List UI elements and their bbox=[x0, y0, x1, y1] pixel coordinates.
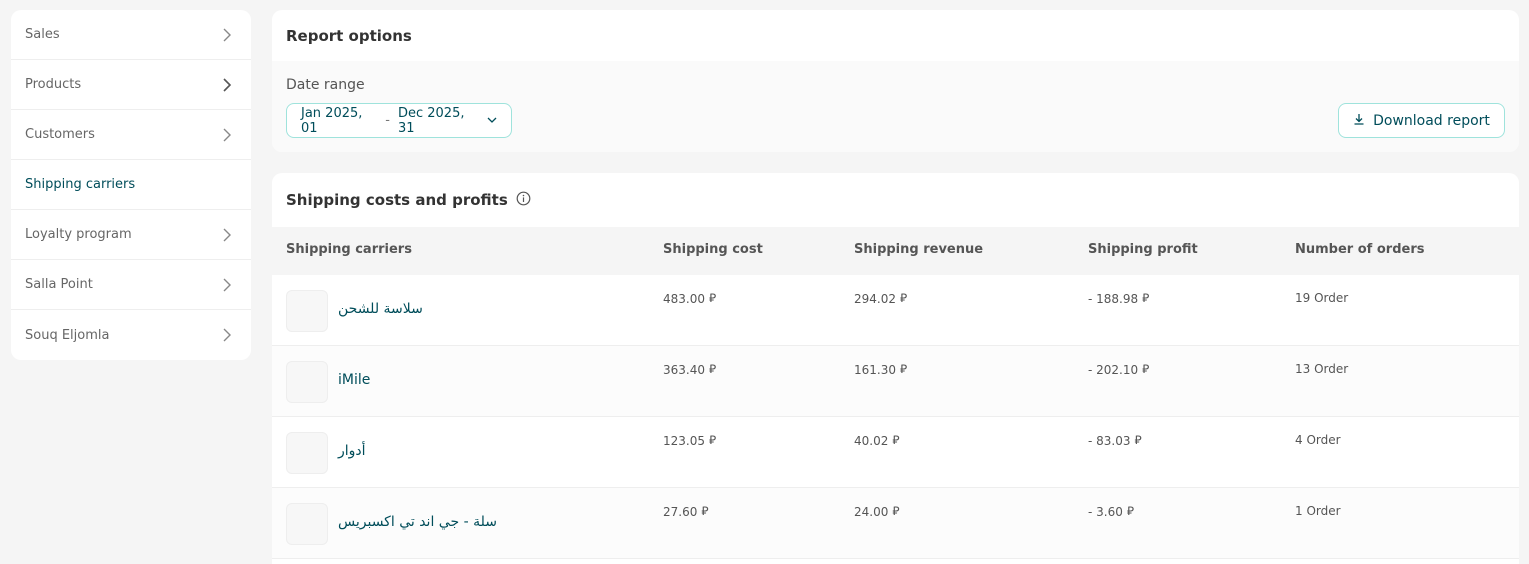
shipping-cost-value: 123.05 bbox=[663, 433, 705, 448]
riyal-icon: ⃁ bbox=[892, 504, 900, 518]
chevron-down-icon bbox=[487, 113, 497, 128]
shipping-cost-cell: 483.00 ⃁ bbox=[663, 291, 716, 306]
report-options-title: Report options bbox=[286, 26, 412, 45]
riyal-icon: ⃁ bbox=[709, 291, 717, 305]
riyal-icon: ⃁ bbox=[1142, 362, 1150, 376]
sidebar-item-label: Salla Point bbox=[25, 277, 93, 292]
sidebar-item-label: Souq Eljomla bbox=[25, 327, 110, 343]
date-range-label: Date range bbox=[286, 77, 365, 93]
date-start: Jan 2025, 01 bbox=[301, 105, 363, 136]
shipping-profit-value: - 202.10 bbox=[1088, 362, 1139, 377]
shipping-cost-value: 27.60 bbox=[663, 504, 698, 519]
shipping-revenue-value: 161.30 bbox=[854, 362, 896, 377]
riyal-icon: ⃁ bbox=[900, 362, 908, 376]
table-row[interactable]: أدوار 123.05 ⃁ 40.02 ⃁ - 83.03 ⃁ 4 Order bbox=[272, 417, 1519, 488]
carrier-name: iMile bbox=[338, 372, 371, 388]
table-row[interactable]: iMile 363.40 ⃁ 161.30 ⃁ - 202.10 ⃁ 13 Order bbox=[272, 346, 1519, 417]
sidebar-item-shipping-carriers[interactable]: Shipping carriers bbox=[11, 160, 251, 210]
download-report-button[interactable]: Download report bbox=[1338, 103, 1505, 138]
table-header: Shipping carriers Shipping cost Shipping… bbox=[272, 227, 1519, 275]
shipping-cost-cell: 123.05 ⃁ bbox=[663, 433, 716, 448]
date-separator: - bbox=[385, 113, 390, 128]
chevron-right-icon bbox=[219, 27, 235, 43]
chevron-right-icon bbox=[219, 327, 235, 343]
date-end: Dec 2025, 31 bbox=[397, 105, 465, 136]
shipping-cost-value: 483.00 bbox=[663, 291, 705, 306]
download-report-label: Download report bbox=[1373, 112, 1490, 129]
sidebar-item-customers[interactable]: Customers bbox=[11, 110, 251, 160]
carrier-name: أدوار bbox=[338, 443, 366, 459]
download-icon bbox=[1353, 113, 1365, 129]
shipping-cost-cell: 27.60 ⃁ bbox=[663, 504, 709, 519]
carrier-logo bbox=[286, 361, 328, 403]
riyal-icon: ⃁ bbox=[892, 433, 900, 447]
info-icon[interactable] bbox=[516, 191, 531, 210]
sidebar-item-label: Loyalty program bbox=[25, 227, 132, 242]
riyal-icon: ⃁ bbox=[1126, 504, 1135, 518]
shipping-profit-value: - 83.03 bbox=[1088, 433, 1131, 448]
column-header-profit: Shipping profit bbox=[1088, 242, 1198, 257]
column-header-cost: Shipping cost bbox=[663, 242, 763, 257]
column-header-revenue: Shipping revenue bbox=[854, 242, 984, 257]
shipping-profit-value: - 188.98 bbox=[1088, 291, 1139, 306]
order-count: 4 Order bbox=[1295, 433, 1341, 447]
shipping-profit-cell: - 3.60 ⃁ bbox=[1088, 504, 1134, 519]
carrier-name: سلاسة للشحن bbox=[338, 301, 423, 317]
carrier-logo bbox=[286, 503, 328, 545]
shipping-revenue-cell: 40.02 ⃁ bbox=[854, 433, 900, 448]
riyal-icon: ⃁ bbox=[709, 433, 717, 447]
date-range-picker[interactable]: Jan 2025, 01 - Dec 2025, 31 bbox=[286, 103, 512, 138]
report-options-body: Date range Jan 2025, 01 - Dec 2025, 31 D… bbox=[272, 61, 1519, 152]
shipping-costs-card: Shipping costs and profits Shipping carr… bbox=[272, 173, 1519, 564]
sidebar-item-sales[interactable]: Sales bbox=[11, 10, 251, 60]
chevron-right-icon bbox=[219, 77, 235, 93]
column-header-carriers: Shipping carriers bbox=[286, 242, 412, 257]
table-row[interactable]: سلاسة للشحن 483.00 ⃁ 294.02 ⃁ - 188.98 ⃁ 19… bbox=[272, 275, 1519, 346]
chevron-right-icon bbox=[219, 227, 235, 243]
shipping-profit-cell: - 202.10 ⃁ bbox=[1088, 362, 1149, 377]
chevron-right-icon bbox=[219, 277, 235, 293]
shipping-revenue-cell: 161.30 ⃁ bbox=[854, 362, 907, 377]
shipping-profit-value: - 3.60 bbox=[1088, 504, 1123, 519]
shipping-revenue-value: 294.02 bbox=[854, 291, 896, 306]
sidebar-item-label: Sales bbox=[25, 27, 60, 42]
sidebar-item-products[interactable]: Products bbox=[11, 60, 251, 110]
reports-sidebar: Sales Products Customers Shipping carrie… bbox=[11, 10, 251, 360]
order-count: 1 Order bbox=[1295, 504, 1341, 518]
sidebar-item-loyalty-program[interactable]: Loyalty program bbox=[11, 210, 251, 260]
app-root: Sales Products Customers Shipping carrie… bbox=[0, 0, 1529, 564]
shipping-revenue-cell: 24.00 ⃁ bbox=[854, 504, 900, 519]
shipping-revenue-cell: 294.02 ⃁ bbox=[854, 291, 907, 306]
carrier-logo bbox=[286, 290, 328, 332]
carrier-name: سلة - جي اند تي اكسبريس bbox=[338, 514, 497, 530]
shipping-revenue-value: 24.00 bbox=[854, 504, 889, 519]
table-body: سلاسة للشحن 483.00 ⃁ 294.02 ⃁ - 188.98 ⃁ 19… bbox=[272, 275, 1519, 559]
order-count: 19 Order bbox=[1295, 291, 1349, 305]
sidebar-item-label: Products bbox=[25, 77, 82, 92]
report-options-card: Report options Date range Jan 2025, 01 -… bbox=[272, 10, 1519, 152]
shipping-costs-title: Shipping costs and profits bbox=[286, 191, 508, 209]
table-row[interactable]: سلة - جي اند تي اكسبريس 27.60 ⃁ 24.00 ⃁ - … bbox=[272, 488, 1519, 559]
riyal-icon: ⃁ bbox=[709, 362, 717, 376]
shipping-profit-cell: - 188.98 ⃁ bbox=[1088, 291, 1149, 306]
shipping-revenue-value: 40.02 bbox=[854, 433, 889, 448]
sidebar-item-salla-point[interactable]: Salla Point bbox=[11, 260, 251, 310]
riyal-icon: ⃁ bbox=[701, 504, 709, 518]
order-count: 13 Order bbox=[1295, 362, 1349, 376]
sidebar-item-label: Customers bbox=[25, 127, 95, 142]
carrier-logo bbox=[286, 432, 328, 474]
column-header-orders: Number of orders bbox=[1295, 242, 1425, 257]
riyal-icon: ⃁ bbox=[900, 291, 908, 305]
sidebar-item-souq-eljomla[interactable]: Souq Eljomla bbox=[11, 310, 251, 360]
shipping-costs-header: Shipping costs and profits bbox=[272, 173, 1519, 227]
shipping-cost-cell: 363.40 ⃁ bbox=[663, 362, 716, 377]
riyal-icon: ⃁ bbox=[1134, 433, 1142, 447]
riyal-icon: ⃁ bbox=[1142, 291, 1150, 305]
shipping-profit-cell: - 83.03 ⃁ bbox=[1088, 433, 1142, 448]
chevron-right-icon bbox=[219, 127, 235, 143]
sidebar-item-label: Shipping carriers bbox=[25, 177, 136, 192]
shipping-cost-value: 363.40 bbox=[663, 362, 705, 377]
